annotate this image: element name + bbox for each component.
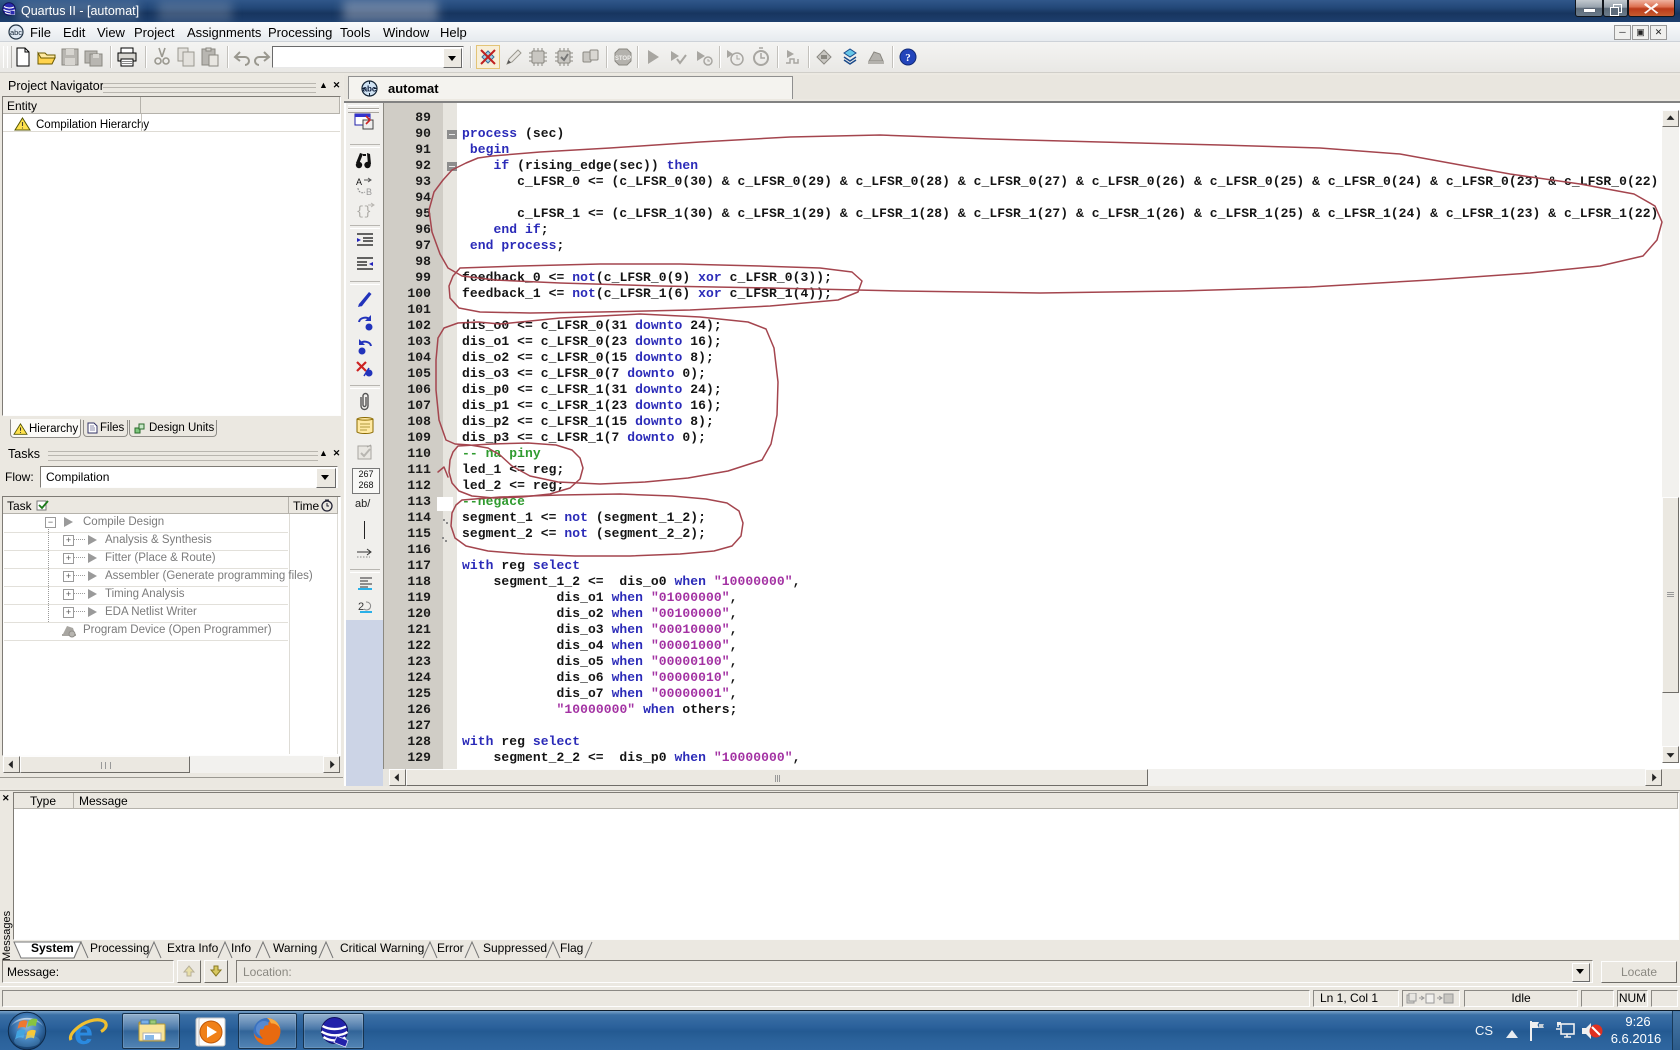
- svg-text:e: e: [74, 1014, 93, 1049]
- svg-text:{}: {}: [356, 204, 372, 219]
- svg-text:abc: abc: [10, 28, 22, 37]
- svg-text:abc: abc: [363, 85, 377, 94]
- svg-text:B: B: [366, 187, 372, 196]
- svg-text:?: ?: [905, 52, 911, 64]
- svg-text:A: A: [356, 177, 362, 187]
- svg-text:STOP: STOP: [615, 56, 631, 62]
